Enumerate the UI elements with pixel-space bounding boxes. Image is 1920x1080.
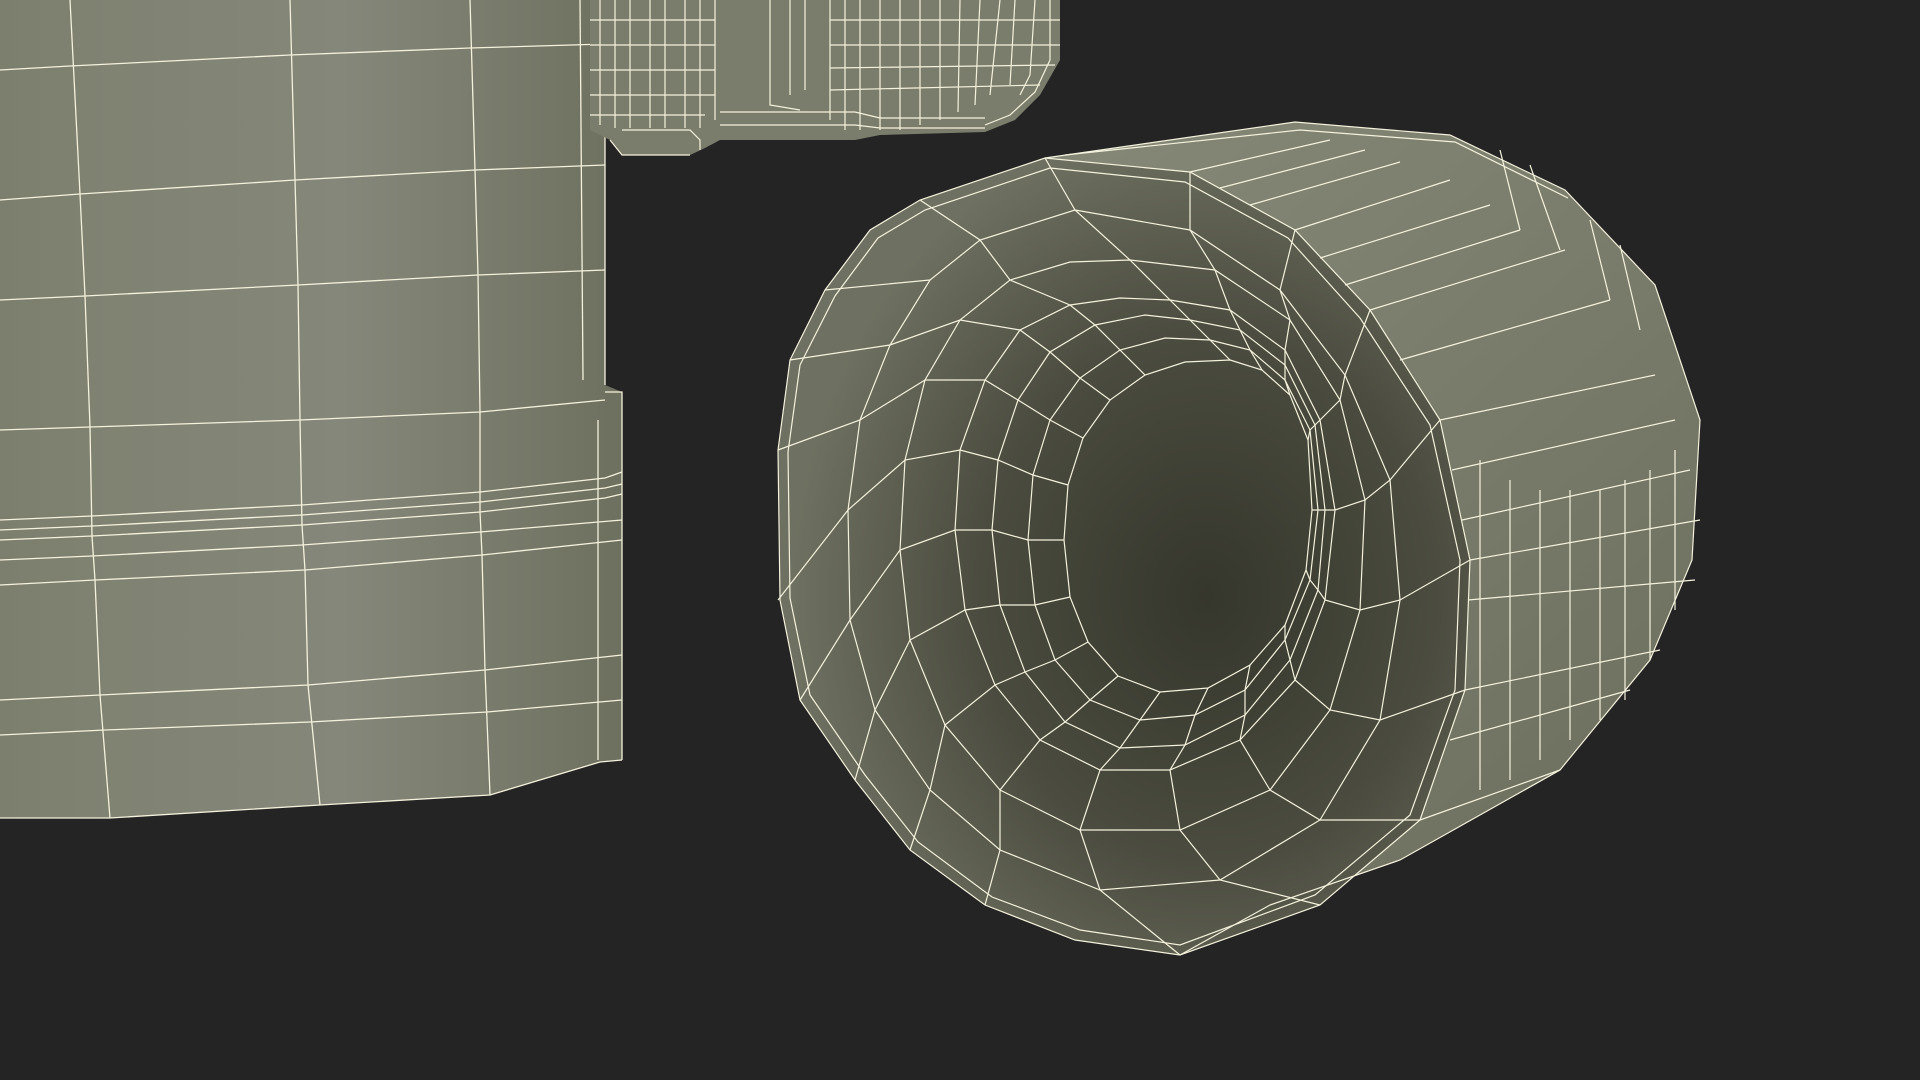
cylindrical-cap <box>777 121 1701 956</box>
3d-viewport <box>0 0 1920 1080</box>
render-canvas <box>0 0 1701 956</box>
container-body <box>0 0 623 819</box>
container-lid-hinge <box>590 0 1060 156</box>
